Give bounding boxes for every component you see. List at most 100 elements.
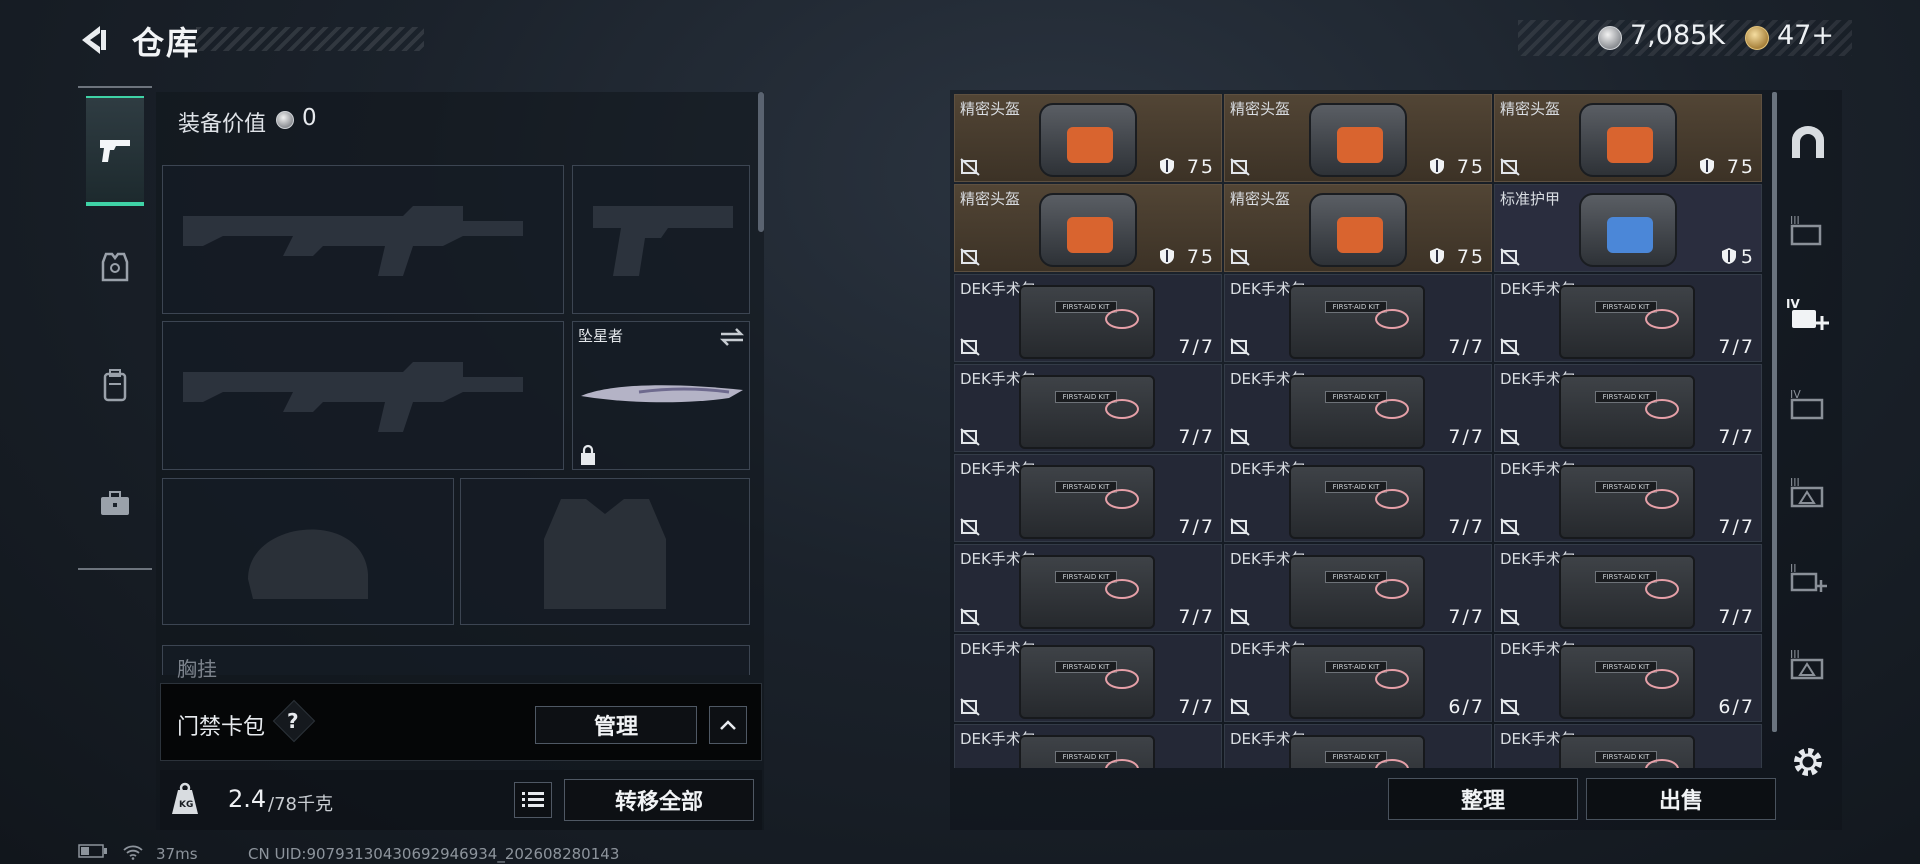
tab-armor[interactable] [86, 212, 144, 322]
rail-item-medical-2[interactable]: II [1786, 556, 1830, 600]
medkit-image: FIRST-AID KIT [1559, 555, 1695, 629]
title-decoration [196, 27, 424, 51]
inventory-item[interactable]: DEK手术包 FIRST-AID KIT 7/7 [1224, 364, 1492, 452]
inventory-item[interactable]: 精密头盔 75 [954, 184, 1222, 272]
rail-item-storage[interactable]: IV [1786, 382, 1830, 426]
item-name: 标准护甲 [1500, 190, 1561, 208]
helmet-silhouette-icon [248, 529, 368, 599]
durability-shield-icon [1160, 158, 1174, 174]
collapse-button[interactable] [709, 706, 747, 744]
chest-rig-slot[interactable]: 胸挂 [162, 645, 750, 681]
swap-icon[interactable] [719, 326, 745, 348]
inventory-item[interactable]: 精密头盔 75 [1494, 94, 1762, 182]
no-insurance-icon [960, 608, 980, 626]
storage-filter-rail: III IV IV III II III [1776, 90, 1840, 790]
item-quantity: 75 [1726, 156, 1755, 178]
item-name: 精密头盔 [960, 190, 1021, 208]
inventory-item[interactable]: DEK手术包 FIRST-AID KIT 7/7 [1224, 454, 1492, 542]
no-insurance-icon [1230, 428, 1250, 446]
item-quantity: 6/7 [1448, 696, 1485, 718]
inventory-item[interactable]: DEK手术包 FIRST-AID KIT 7/7 [954, 634, 1222, 722]
transfer-all-button[interactable]: 转移全部 [564, 779, 754, 821]
inventory-grid: 精密头盔 75 精密头盔 75 精密头盔 75 精密头盔 75 精密头盔 75 标准护甲 5 DEK手术… [954, 94, 1768, 768]
medkit-image: FIRST-AID KIT [1559, 645, 1695, 719]
inventory-item[interactable]: DEK手术包 FIRST-AID KIT 7/7 [1494, 454, 1762, 542]
primary-weapon-slot[interactable] [162, 165, 564, 314]
helmet-image [1309, 193, 1407, 267]
item-name: 精密头盔 [1230, 190, 1291, 208]
medkit-image: FIRST-AID KIT [1289, 375, 1425, 449]
tab-backpack[interactable] [86, 330, 144, 440]
inventory-item[interactable]: DEK手术包 FIRST-AID KIT 6/7 [1494, 634, 1762, 722]
no-insurance-icon [1500, 518, 1520, 536]
inventory-item[interactable]: DEK手术包 FIRST-AID KIT 7/7 [954, 454, 1222, 542]
sell-button[interactable]: 出售 [1586, 778, 1776, 820]
inventory-item[interactable]: 精密头盔 75 [1224, 184, 1492, 272]
inventory-item[interactable]: DEK手术包 FIRST-AID KIT 7/7 [1494, 364, 1762, 452]
rail-item-all[interactable] [1786, 120, 1830, 164]
sell-label: 出售 [1658, 789, 1703, 814]
rail-item-misc-2[interactable]: III [1786, 642, 1830, 686]
tab-weapons[interactable] [86, 96, 144, 206]
keycard-bar: 门禁卡包 ? 管理 [160, 683, 762, 761]
transfer-all-label: 转移全部 [614, 790, 703, 815]
rail-item-weapons[interactable]: III [1786, 208, 1830, 252]
ping-text: 37ms [156, 845, 198, 863]
item-quantity: 7/7 [1448, 426, 1485, 448]
no-insurance-icon [1230, 338, 1250, 356]
rail-item-misc[interactable]: III [1786, 470, 1830, 514]
manage-label: 管理 [593, 715, 638, 740]
sort-button[interactable]: 整理 [1388, 778, 1578, 820]
manage-button[interactable]: 管理 [535, 706, 697, 744]
inventory-item[interactable]: DEK手术包 FIRST-AID KIT 7/7 [954, 274, 1222, 362]
medkit-image: FIRST-AID KIT [1019, 735, 1155, 768]
no-insurance-icon [1230, 608, 1250, 626]
inventory-item[interactable]: DEK手术包 FIRST-AID KIT 7/7 [954, 544, 1222, 632]
inventory-item[interactable]: 精密头盔 75 [1224, 94, 1492, 182]
secondary-weapon-slot[interactable] [162, 321, 564, 470]
page-title: 仓库 [132, 24, 201, 62]
medkit-image: FIRST-AID KIT [1019, 555, 1155, 629]
item-quantity: 7/7 [1448, 336, 1485, 358]
inventory-item[interactable]: 标准护甲 5 [1494, 184, 1762, 272]
durability-shield-icon [1700, 158, 1714, 174]
rail-item-medical[interactable]: IV [1786, 294, 1830, 338]
medkit-image: FIRST-AID KIT [1559, 465, 1695, 539]
inventory-item[interactable]: DEK手术包 FIRST-AID KIT 7/7 [1494, 544, 1762, 632]
helmet-slot[interactable] [162, 478, 454, 625]
gear-icon [1794, 748, 1822, 776]
list-view-button[interactable] [514, 782, 552, 818]
back-button[interactable] [74, 20, 114, 60]
no-insurance-icon [1230, 158, 1250, 176]
inventory-item[interactable]: DEK手术包 FIRST-AID KIT 7/7 [1224, 544, 1492, 632]
durability-shield-icon [1430, 158, 1444, 174]
no-insurance-icon [1500, 428, 1520, 446]
silver-coin-icon [1598, 26, 1622, 50]
inventory-item[interactable]: DEK手术包 FIRST-AID KIT 7/7 [1494, 274, 1762, 362]
weight-bar: KG 2.4 /78千克 转移全部 [160, 770, 762, 830]
inventory-item[interactable]: DEK手术包 FIRST-AID KIT [1224, 724, 1492, 768]
body-armor-slot[interactable] [460, 478, 750, 625]
inventory-item[interactable]: DEK手术包 FIRST-AID KIT 6/7 [1224, 634, 1492, 722]
item-quantity: 75 [1456, 156, 1485, 178]
medkit-image: FIRST-AID KIT [1289, 555, 1425, 629]
item-quantity: 7/7 [1178, 336, 1215, 358]
item-quantity: 7/7 [1718, 336, 1755, 358]
tab-case[interactable] [86, 448, 144, 558]
sort-label: 整理 [1460, 789, 1505, 814]
svg-text:IV: IV [1786, 297, 1800, 311]
pistol-slot[interactable] [572, 165, 750, 314]
settings-button[interactable] [1786, 740, 1830, 784]
inventory-item[interactable]: DEK手术包 FIRST-AID KIT [1494, 724, 1762, 768]
inventory-item[interactable]: 精密头盔 75 [954, 94, 1222, 182]
inventory-item[interactable]: DEK手术包 FIRST-AID KIT 7/7 [954, 364, 1222, 452]
inventory-item[interactable]: DEK手术包 FIRST-AID KIT 7/7 [1224, 274, 1492, 362]
pistol-icon [100, 140, 130, 162]
inventory-item[interactable]: DEK手术包 FIRST-AID KIT [954, 724, 1222, 768]
helmet-image [1039, 193, 1137, 267]
triangle-tier-icon: III [1790, 648, 1824, 680]
helmet-image [1039, 103, 1137, 177]
melee-slot[interactable]: 坠星者 [572, 321, 750, 470]
no-insurance-icon [960, 518, 980, 536]
loadout-scrollbar[interactable] [758, 92, 764, 232]
